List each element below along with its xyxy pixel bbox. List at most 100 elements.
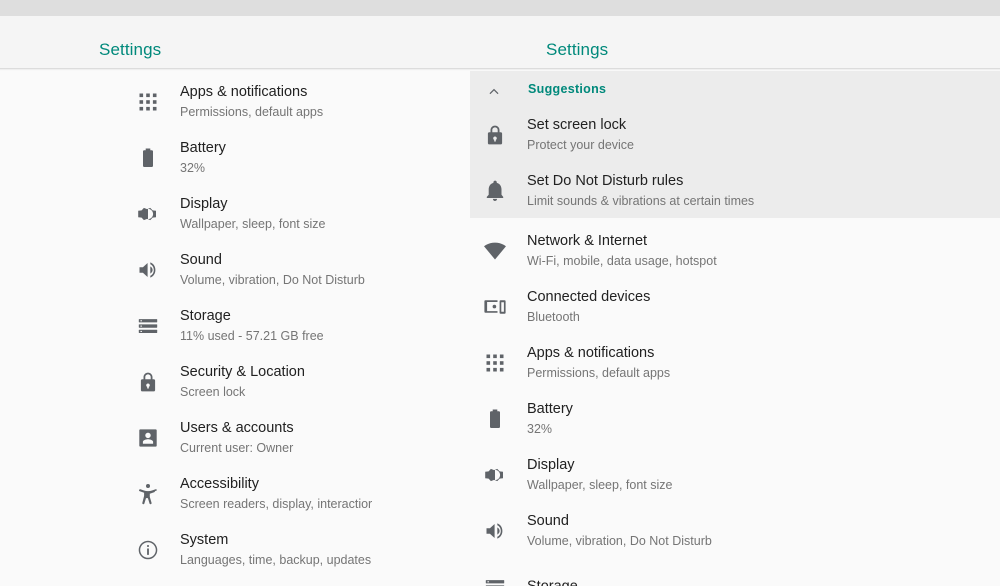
suggestion-item-subtitle: Limit sounds & vibrations at certain tim… [527,192,754,210]
left-settings-item-title: Storage [180,307,324,326]
right-settings-item-title: Apps & notifications [527,344,670,363]
right-settings-item-row[interactable]: Apps & notificationsPermissions, default… [470,335,1000,391]
right-settings-item-text: Battery32% [527,400,573,438]
system-status-strip [0,0,1000,16]
right-settings-item-title: Sound [527,512,712,531]
right-settings-item-row[interactable]: Storage [470,559,1000,586]
right-settings-item-row[interactable]: SoundVolume, vibration, Do Not Disturb [470,503,1000,559]
left-settings-item-subtitle: Languages, time, backup, updates [180,551,371,569]
right-settings-item-row[interactable]: Network & InternetWi-Fi, mobile, data us… [470,223,1000,279]
right-settings-item-subtitle: 32% [527,420,573,438]
left-settings-item-row[interactable]: AccessibilityScreen readers, display, in… [0,466,470,522]
right-settings-item-title: Display [527,456,672,475]
left-settings-item-text: SystemLanguages, time, backup, updates [180,531,371,569]
battery-icon [136,146,160,170]
suggestions-label: Suggestions [528,82,606,96]
left-settings-item-subtitle: Volume, vibration, Do Not Disturb [180,271,365,289]
screen-root: Settings Settings Apps & notificationsPe… [0,0,1000,586]
right-settings-item-text: Connected devicesBluetooth [527,288,650,326]
right-settings-item-row[interactable]: Battery32% [470,391,1000,447]
suggestion-item-text: Set Do Not Disturb rulesLimit sounds & v… [527,172,754,210]
right-settings-item-title: Storage [527,578,578,586]
left-settings-item-subtitle: Permissions, default apps [180,103,323,121]
right-settings-item-text: Network & InternetWi-Fi, mobile, data us… [527,232,717,270]
left-settings-item-text: SoundVolume, vibration, Do Not Disturb [180,251,365,289]
left-settings-item-subtitle: Wallpaper, sleep, font size [180,215,325,233]
apps-grid-icon [483,351,507,375]
right-settings-item-title: Connected devices [527,288,650,307]
right-appbar: Settings [470,16,1000,68]
suggestion-item-row[interactable]: Set Do Not Disturb rulesLimit sounds & v… [470,163,1000,219]
left-settings-item-text: Users & accountsCurrent user: Owner [180,419,294,457]
left-settings-item-row[interactable]: DisplayWallpaper, sleep, font size [0,186,470,242]
lock-icon [136,370,160,394]
suggestions-header[interactable]: Suggestions [470,71,1000,111]
left-settings-item-title: Accessibility [180,475,372,494]
right-settings-item-row[interactable]: DisplayWallpaper, sleep, font size [470,447,1000,503]
bell-icon [483,179,507,203]
left-settings-item-row[interactable]: Storage11% used - 57.21 GB free [0,298,470,354]
left-settings-item-title: System [180,531,371,550]
suggestion-item-text: Set screen lockProtect your device [527,116,634,154]
left-settings-item-row[interactable]: Users & accountsCurrent user: Owner [0,410,470,466]
apps-grid-icon [136,90,160,114]
left-settings-item-subtitle: 32% [180,159,226,177]
account-box-icon [136,426,160,450]
left-settings-item-title: Sound [180,251,365,270]
right-settings-item-title: Network & Internet [527,232,717,251]
left-appbar: Settings [0,16,470,68]
accessibility-icon [136,482,160,506]
right-appbar-title: Settings [546,40,608,60]
suggestion-item-subtitle: Protect your device [527,136,634,154]
volume-icon [483,519,507,543]
brightness-icon [136,202,160,226]
left-settings-item-title: Apps & notifications [180,83,323,102]
right-settings-item-subtitle: Bluetooth [527,308,650,326]
left-settings-item-row[interactable]: SystemLanguages, time, backup, updates [0,522,470,578]
left-settings-item-text: Security & LocationScreen lock [180,363,305,401]
left-settings-item-title: Users & accounts [180,419,294,438]
left-settings-item-row[interactable]: SoundVolume, vibration, Do Not Disturb [0,242,470,298]
brightness-icon [483,463,507,487]
left-settings-item-title: Security & Location [180,363,305,382]
devices-icon [483,295,507,319]
right-settings-item-subtitle: Wallpaper, sleep, font size [527,476,672,494]
right-settings-item-subtitle: Volume, vibration, Do Not Disturb [527,532,712,550]
right-settings-item-text: SoundVolume, vibration, Do Not Disturb [527,512,712,550]
left-settings-pane[interactable]: Apps & notificationsPermissions, default… [0,71,470,586]
lock-icon [483,123,507,147]
volume-icon [136,258,160,282]
left-settings-item-text: Battery32% [180,139,226,177]
left-settings-item-subtitle: Screen readers, display, interactior [180,495,372,513]
suggestion-item-row[interactable]: Set screen lockProtect your device [470,107,1000,163]
storage-icon [136,314,160,338]
storage-icon [483,575,507,586]
right-settings-item-title: Battery [527,400,573,419]
left-settings-item-text: Apps & notificationsPermissions, default… [180,83,323,121]
right-settings-item-row[interactable]: Connected devicesBluetooth [470,279,1000,335]
left-settings-item-row[interactable]: Security & LocationScreen lock [0,354,470,410]
wifi-icon [483,239,507,263]
battery-icon [483,407,507,431]
chevron-up-icon[interactable] [484,81,504,101]
left-settings-item-subtitle: 11% used - 57.21 GB free [180,327,324,345]
suggestion-item-title: Set Do Not Disturb rules [527,172,754,191]
right-settings-item-text: Apps & notificationsPermissions, default… [527,344,670,382]
left-settings-item-text: DisplayWallpaper, sleep, font size [180,195,325,233]
info-circle-icon [136,538,160,562]
left-settings-item-subtitle: Current user: Owner [180,439,294,457]
right-settings-pane[interactable]: Suggestions Set screen lockProtect your … [470,71,1000,586]
left-appbar-title: Settings [99,40,161,60]
suggestion-item-title: Set screen lock [527,116,634,135]
suggestions-section: Suggestions Set screen lockProtect your … [470,71,1000,218]
right-settings-item-text: DisplayWallpaper, sleep, font size [527,456,672,494]
right-settings-item-subtitle: Permissions, default apps [527,364,670,382]
left-settings-item-subtitle: Screen lock [180,383,305,401]
left-settings-item-title: Display [180,195,325,214]
left-settings-item-row[interactable]: Battery32% [0,130,470,186]
right-settings-item-text: Storage [527,578,578,586]
left-settings-item-text: AccessibilityScreen readers, display, in… [180,475,372,513]
left-settings-item-title: Battery [180,139,226,158]
left-settings-item-row[interactable]: Apps & notificationsPermissions, default… [0,74,470,130]
left-settings-item-text: Storage11% used - 57.21 GB free [180,307,324,345]
